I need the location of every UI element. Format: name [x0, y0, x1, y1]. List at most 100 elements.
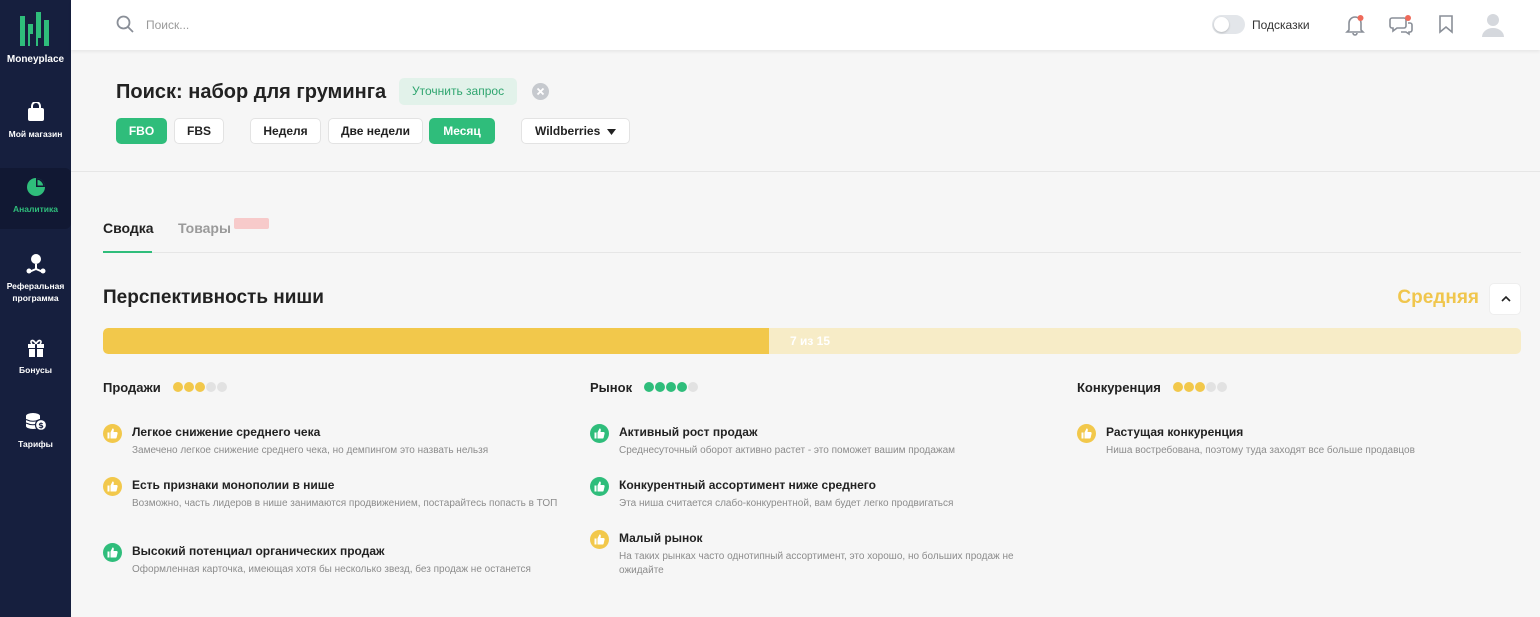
tab-summary[interactable]: Сводка: [103, 220, 154, 236]
criteria-item-title: Высокий потенциал органических продаж: [132, 544, 385, 558]
shopping-bag-icon: [27, 102, 44, 121]
rating-dot: [677, 382, 688, 392]
refine-query-button[interactable]: Уточнить запрос: [399, 78, 518, 105]
thumbs-up-icon: [590, 530, 609, 549]
criteria-column-header: Конкуренция: [1077, 378, 1540, 396]
chevron-up-icon: [1501, 295, 1511, 302]
tab-products[interactable]: Товары: [178, 220, 231, 236]
period-week-button[interactable]: Неделя: [250, 118, 321, 144]
criteria-column-title: Рынок: [590, 379, 633, 395]
sidebar-item-tariffs[interactable]: $ Тарифы: [0, 412, 71, 458]
logo[interactable]: Moneyplace: [0, 10, 71, 65]
referral-icon: [26, 254, 45, 274]
hints-toggle-group: Подсказки: [1212, 15, 1310, 34]
niche-progress-label: 7 из 15: [790, 334, 831, 348]
criteria-column: Рынок Активный рост продаж Среднесуточный …: [590, 378, 1060, 576]
rating-dot: [172, 382, 183, 392]
criteria-item-description: Эта ниша считается слабо-конкурентной, в…: [619, 498, 954, 509]
search-header: Поиск: набор для груминга Уточнить запро…: [71, 50, 1540, 172]
niche-progress-fill: [103, 328, 770, 354]
criteria-column-header: Продажи: [103, 378, 573, 396]
criteria-item-description: Замечено легкое снижение среднего чека, …: [132, 445, 489, 456]
rating-dot: [1183, 382, 1194, 392]
criteria-item-title: Конкурентный ассортимент ниже среднего: [619, 478, 876, 492]
bookmark-icon[interactable]: [1438, 14, 1454, 34]
niche-progress-bar: 7 из 15: [103, 328, 1521, 354]
rating-dot: [205, 382, 216, 392]
sidebar-item-label: Реферальная программа: [6, 281, 65, 303]
criteria-column-header: Рынок: [590, 378, 1060, 396]
sidebar-item-label: Мой магазин: [8, 129, 63, 139]
user-avatar-icon[interactable]: [1481, 12, 1505, 38]
period-month-button[interactable]: Месяц: [429, 118, 495, 144]
marketplace-select[interactable]: Wildberries: [521, 118, 630, 144]
rating-dot: [644, 382, 655, 392]
rating-dots: [644, 382, 699, 392]
rating-dot: [194, 382, 205, 392]
rating-dot: [655, 382, 666, 392]
criteria-item-title: Малый рынок: [619, 531, 703, 545]
rating-dot: [666, 382, 677, 392]
search-icon[interactable]: [116, 15, 134, 33]
coins-icon: $: [25, 413, 47, 432]
rating-dot: [1205, 382, 1216, 392]
notifications-bell-icon[interactable]: [1345, 14, 1365, 36]
sidebar-item-label: Тарифы: [18, 439, 53, 449]
logo-text: Moneyplace: [6, 54, 65, 65]
fbo-filter-button[interactable]: FBO: [116, 118, 167, 144]
logo-icon: [19, 12, 49, 48]
rating-dot: [688, 382, 699, 392]
period-two-weeks-button[interactable]: Две недели: [328, 118, 423, 144]
sidebar: Moneyplace Мой магазин Аналитика Реферал…: [0, 0, 71, 617]
pie-chart-icon: [26, 178, 45, 196]
criteria-item-title: Активный рост продаж: [619, 425, 758, 439]
niche-level: Средняя: [1397, 287, 1479, 308]
top-bar: Подсказки: [71, 0, 1540, 50]
hints-label: Подсказки: [1252, 17, 1310, 32]
criteria-column-title: Конкуренция: [1077, 379, 1161, 395]
page-title: Поиск: набор для груминга: [116, 81, 387, 103]
sidebar-item-label: Бонусы: [19, 365, 52, 375]
rating-dot: [1216, 382, 1227, 392]
tab-active-underline: [103, 251, 152, 253]
collapse-button[interactable]: [1489, 283, 1521, 315]
tab-divider: [103, 252, 1521, 253]
criteria-item-title: Растущая конкуренция: [1106, 425, 1244, 439]
sidebar-item-label: Аналитика: [13, 204, 58, 214]
tab-products-badge: [234, 218, 269, 229]
rating-dot: [183, 382, 194, 392]
criteria-item-title: Есть признаки монополии в нише: [132, 478, 335, 492]
search-input[interactable]: [146, 13, 446, 37]
sidebar-item-bonuses[interactable]: Бонусы: [0, 338, 71, 384]
gift-icon: [27, 339, 44, 357]
criteria-item-description: Ниша востребована, поэтому туда заходят …: [1106, 445, 1415, 456]
rating-dots: [1172, 382, 1228, 392]
rating-dot: [216, 382, 227, 392]
criteria-column: Конкуренция Растущая конкуренция Ниша вост…: [1077, 378, 1540, 456]
thumbs-up-icon: [103, 477, 122, 496]
thumbs-up-icon: [103, 543, 122, 562]
criteria-item-description: Среднесуточный оборот активно растет - э…: [619, 445, 956, 456]
svg-text:$: $: [38, 421, 44, 430]
criteria-item-description: Оформленная карточка, имеющая хотя бы не…: [132, 564, 531, 575]
clear-search-icon[interactable]: [532, 83, 549, 100]
chat-icon[interactable]: [1389, 14, 1413, 36]
fbs-filter-button[interactable]: FBS: [174, 118, 224, 144]
rating-dot: [1194, 382, 1205, 392]
thumbs-up-icon: [590, 424, 609, 443]
sidebar-item-analytics[interactable]: Аналитика: [0, 168, 71, 229]
caret-down-icon: [607, 129, 616, 135]
hints-toggle[interactable]: [1212, 15, 1245, 34]
thumbs-up-icon: [103, 424, 122, 443]
criteria-item-description: Возможно, часть лидеров в нише занимаютс…: [132, 498, 558, 509]
niche-title: Перспективность ниши: [103, 287, 324, 308]
sidebar-item-referral[interactable]: Реферальная программа: [0, 252, 71, 310]
rating-dot: [1172, 382, 1183, 392]
criteria-column-title: Продажи: [103, 379, 161, 395]
criteria-item-title: Легкое снижение среднего чека: [132, 425, 321, 439]
thumbs-up-icon: [1077, 424, 1096, 443]
criteria-item-description: На таких рынках часто однотипный ассорти…: [619, 551, 1014, 576]
rating-dots: [172, 382, 228, 392]
sidebar-item-my-store[interactable]: Мой магазин: [0, 102, 71, 154]
marketplace-select-value: Wildberries: [535, 124, 601, 138]
